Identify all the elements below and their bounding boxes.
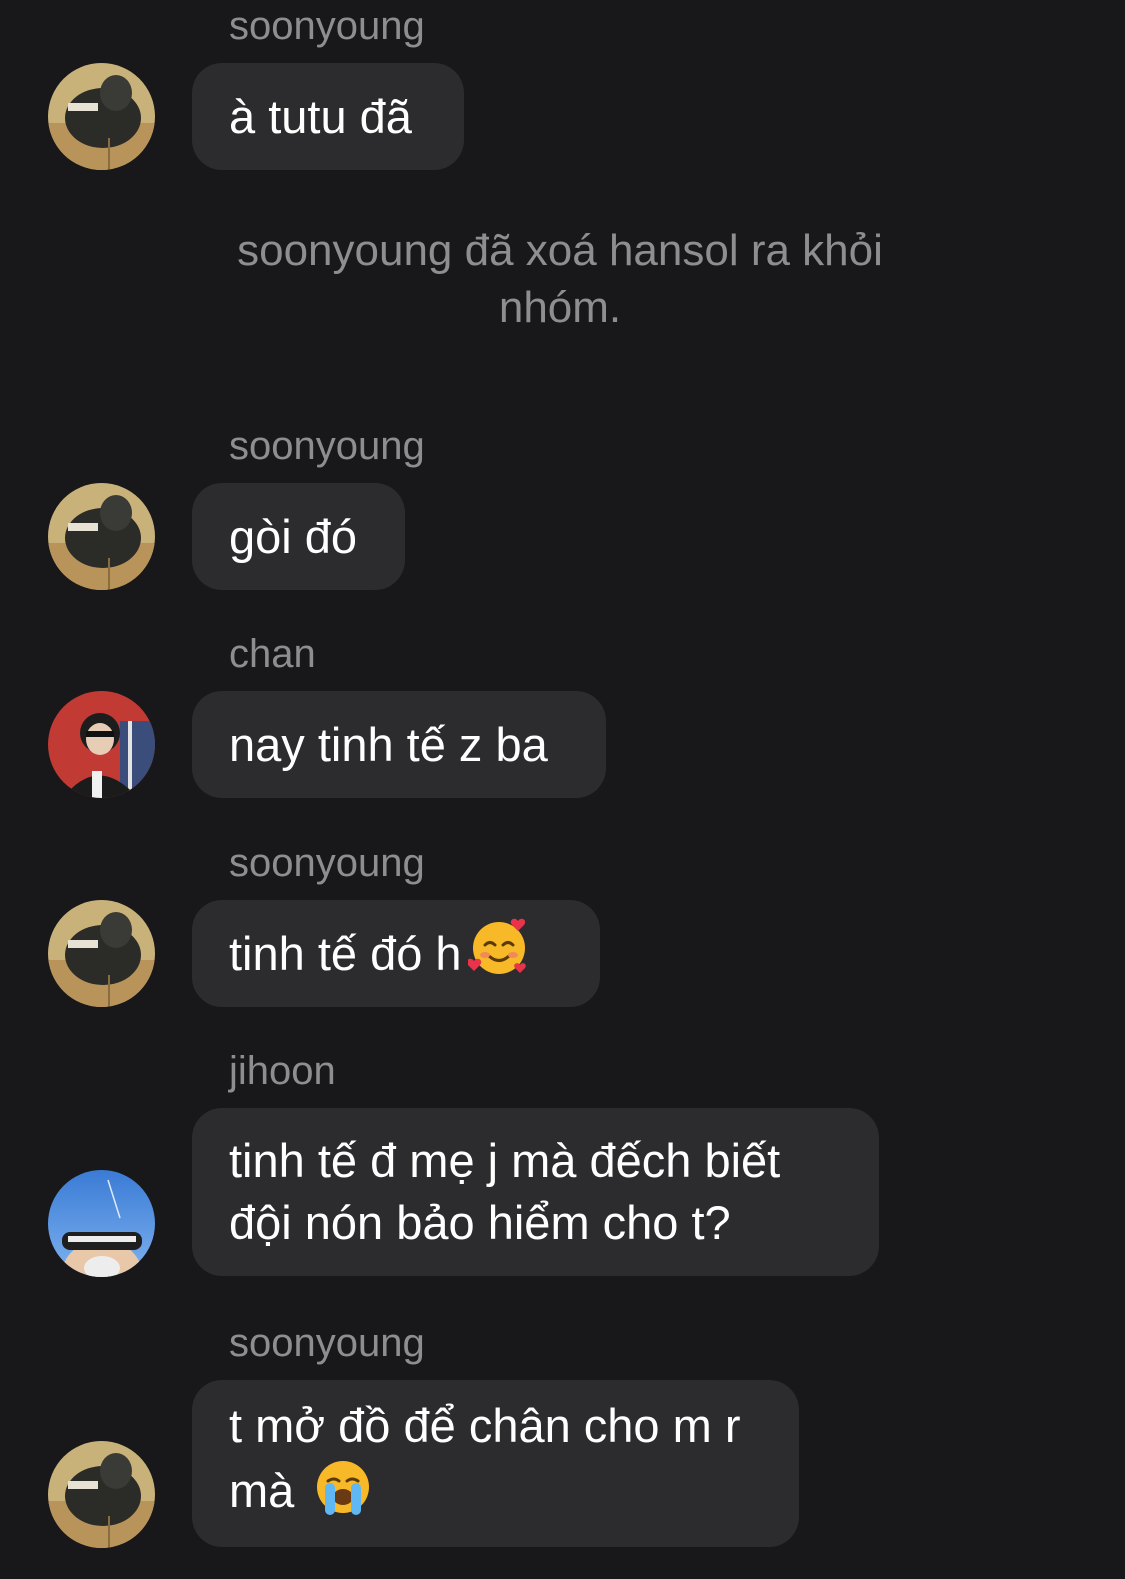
sender-name: jihoon <box>229 1049 336 1093</box>
avatar-chan[interactable] <box>48 691 155 798</box>
avatar-jihoon[interactable] <box>48 1170 155 1277</box>
avatar-soonyoung[interactable] <box>48 900 155 1007</box>
avatar-photo-icon <box>48 483 155 590</box>
avatar-photo-icon <box>48 691 155 798</box>
sender-name: soonyoung <box>229 841 425 885</box>
message-text: nay tinh tế z ba <box>229 717 548 771</box>
system-notice: soonyoung đã xoá hansol ra khỏi nhóm. <box>237 226 883 332</box>
message-bubble[interactable]: gòi đó <box>192 483 405 590</box>
avatar-photo-icon <box>48 1441 155 1548</box>
avatar-soonyoung[interactable] <box>48 1441 155 1548</box>
avatar-photo-icon <box>48 1170 155 1277</box>
sender-name: chan <box>229 632 316 676</box>
message-bubble[interactable]: à tutu đã <box>192 63 464 170</box>
message-bubble[interactable]: tinh tế đ mẹ j mà đếch biết đội nón bảo … <box>192 1108 879 1276</box>
sender-name: soonyoung <box>229 1321 425 1365</box>
message-text: tinh tế đ mẹ j mà đếch biết đội nón bảo … <box>229 1134 781 1249</box>
avatar-soonyoung[interactable] <box>48 483 155 590</box>
sender-name: soonyoung <box>229 424 425 468</box>
avatar-photo-icon <box>48 900 155 1007</box>
avatar-soonyoung[interactable] <box>48 63 155 170</box>
smiling-face-with-hearts-icon <box>466 915 530 992</box>
sender-name: soonyoung <box>229 4 425 48</box>
message-text: gòi đó <box>229 509 358 563</box>
message-text: t mở đồ để chân cho m r mà <box>229 1399 741 1517</box>
message-text: tinh tế đó h <box>229 926 462 980</box>
message-bubble[interactable]: tinh tế đó h <box>192 900 600 1007</box>
message-bubble[interactable]: nay tinh tế z ba <box>192 691 606 798</box>
message-text: à tutu đã <box>229 89 412 143</box>
avatar-photo-icon <box>48 63 155 170</box>
loudly-crying-face-icon <box>313 1457 373 1532</box>
message-bubble[interactable]: t mở đồ để chân cho m r mà <box>192 1380 799 1547</box>
